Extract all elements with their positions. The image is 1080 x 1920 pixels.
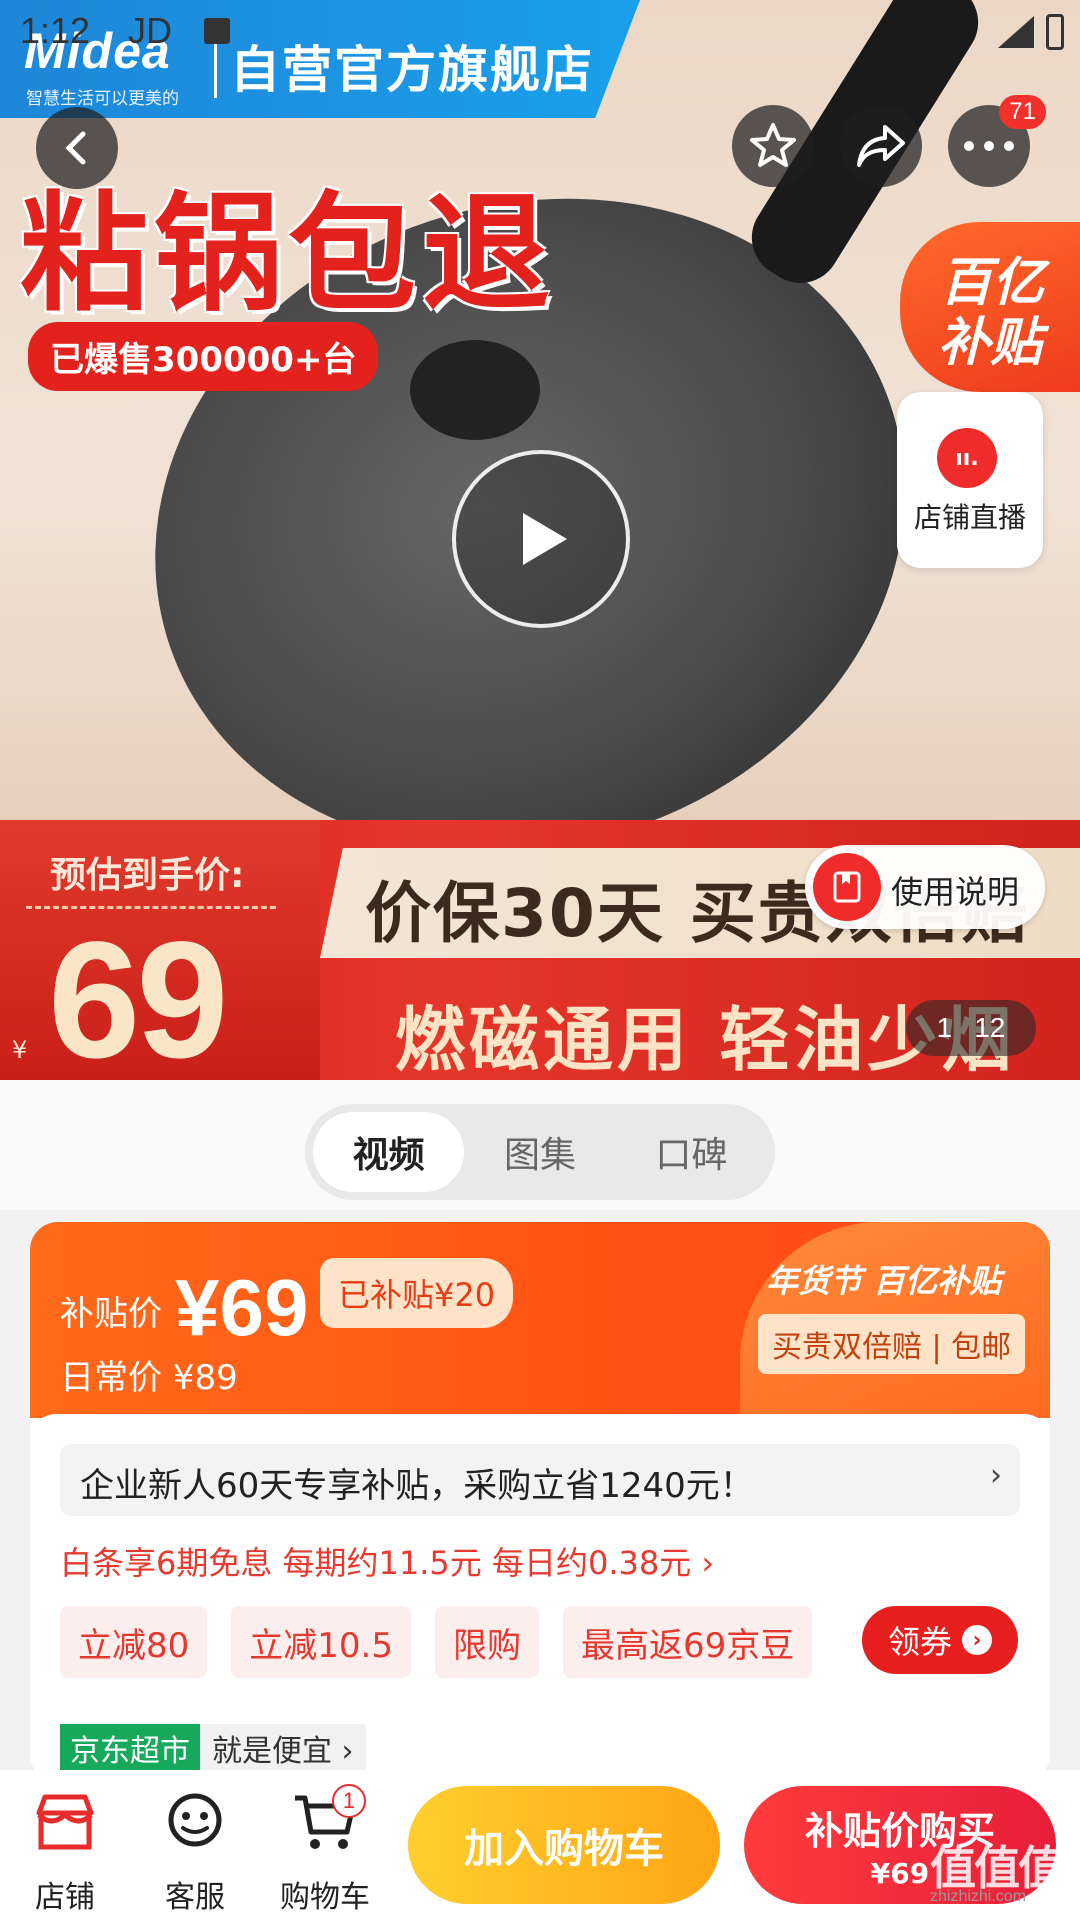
coupon-list: 立减80 立减10.5 限购 最高返69京豆 [60, 1606, 813, 1678]
installment-offer[interactable]: 白条享6期免息 每期约11.5元 每日约0.38元 › [60, 1538, 714, 1584]
get-coupon-button[interactable]: 领券 › [862, 1606, 1018, 1674]
festival-subsidy-link[interactable]: 年货节 百亿补贴 [766, 1256, 1001, 1302]
estimate-price: 69 [48, 908, 229, 1080]
add-to-cart-button[interactable]: 加入购物车 [408, 1786, 720, 1904]
enterprise-offer-row[interactable]: 企业新人60天专享补贴，采购立省1240元！ › [60, 1444, 1020, 1516]
notification-icon [204, 18, 230, 44]
nav-service-label: 客服 [165, 1880, 225, 1915]
billion-subsidy-label-2: 补贴 [938, 313, 1043, 373]
cart-icon: 1 [270, 1784, 380, 1854]
message-count-badge: 71 [999, 95, 1046, 129]
market-slogan: 就是便宜 › [200, 1724, 366, 1772]
estimate-label: 预估到手价: [50, 855, 245, 896]
guarantee-tag: 买贵双倍赔 | 包邮 [758, 1314, 1026, 1374]
status-icons [996, 14, 1064, 50]
signal-icon [998, 16, 1034, 48]
subsidy-price: ¥69 [175, 1263, 309, 1352]
watermark-url: zhizhizhi.com [930, 1888, 1027, 1905]
subsidy-price-label: 补贴价 [60, 1294, 162, 1334]
more-dots-icon [964, 141, 1014, 151]
chevron-left-icon [65, 131, 86, 165]
media-tabs: 视频 图集 口碑 [305, 1104, 775, 1200]
brand-store-label: 自营官方旗舰店 [230, 41, 594, 99]
play-video-button[interactable] [452, 450, 630, 628]
customer-service-icon [140, 1790, 250, 1854]
currency-symbol: ¥ [12, 1036, 28, 1064]
nav-cart[interactable]: 1 购物车 [270, 1784, 380, 1916]
manual-button[interactable]: 使用说明 [805, 845, 1045, 929]
tab-gallery[interactable]: 图集 [464, 1112, 615, 1192]
enterprise-offer-text: 企业新人60天专享补贴，采购立省1240元！ [80, 1466, 754, 1506]
subsidy-header: 补贴价 ¥69 已补贴¥20 日常价 ¥89 年货节 百亿补贴 买贵双倍赔 | … [30, 1222, 1050, 1418]
sold-count-pill: 已爆售300000+台 [28, 322, 379, 391]
nav-store-label: 店铺 [35, 1880, 95, 1915]
live-icon: ıı. [937, 428, 997, 488]
brand-tagline: 智慧生活可以更美的 [26, 89, 179, 109]
daily-price: 日常价 ¥89 [60, 1358, 238, 1398]
tab-video[interactable]: 视频 [313, 1112, 465, 1192]
chevron-right-icon: › [990, 1458, 1002, 1493]
market-label: 京东超市 [60, 1724, 200, 1772]
page-current: 1 [936, 1012, 953, 1043]
product-hero-image[interactable]: Midea 智慧生活可以更美的 自营官方旗舰店 1:12 JD 粘锅包退 已爆售… [0, 0, 1080, 1080]
jd-supermarket-tag[interactable]: 京东超市 就是便宜 › [60, 1724, 366, 1772]
manual-book-icon [813, 853, 881, 921]
nav-service[interactable]: 客服 [140, 1790, 250, 1916]
nav-store[interactable]: 店铺 [10, 1790, 120, 1916]
lid-knob [410, 340, 540, 440]
store-live-button[interactable]: ıı. 店铺直播 [897, 392, 1043, 568]
star-icon [750, 123, 796, 167]
tab-reviews[interactable]: 口碑 [616, 1112, 767, 1192]
more-button[interactable]: 71 [948, 95, 1046, 187]
get-coupon-label: 领券 [887, 1623, 952, 1661]
status-time: 1:12 [20, 10, 91, 51]
play-icon [523, 513, 567, 565]
store-live-label: 店铺直播 [913, 501, 1026, 534]
subsidized-amount-pill: 已补贴¥20 [320, 1258, 514, 1328]
page-total: 12 [974, 1012, 1006, 1043]
coupon-item[interactable]: 限购 [434, 1606, 539, 1678]
image-page-indicator: 1 12 [906, 1000, 1036, 1056]
coupon-item[interactable]: 立减10.5 [231, 1606, 411, 1678]
price-card: 补贴价 ¥69 已补贴¥20 日常价 ¥89 年货节 百亿补贴 买贵双倍赔 | … [30, 1222, 1050, 1782]
status-carrier: JD [128, 10, 172, 51]
coupon-item[interactable]: 最高返69京豆 [562, 1606, 813, 1678]
favorite-button[interactable] [732, 105, 814, 187]
share-icon [857, 125, 905, 167]
share-button[interactable] [840, 105, 922, 187]
store-icon [10, 1790, 120, 1854]
cart-count-badge: 1 [332, 1784, 366, 1818]
manual-label: 使用说明 [891, 873, 1020, 911]
coupon-item[interactable]: 立减80 [60, 1606, 208, 1678]
battery-icon [1046, 14, 1064, 50]
back-button[interactable] [36, 107, 118, 189]
chevron-right-icon: › [962, 1625, 992, 1655]
nav-cart-label: 购物车 [280, 1880, 370, 1915]
